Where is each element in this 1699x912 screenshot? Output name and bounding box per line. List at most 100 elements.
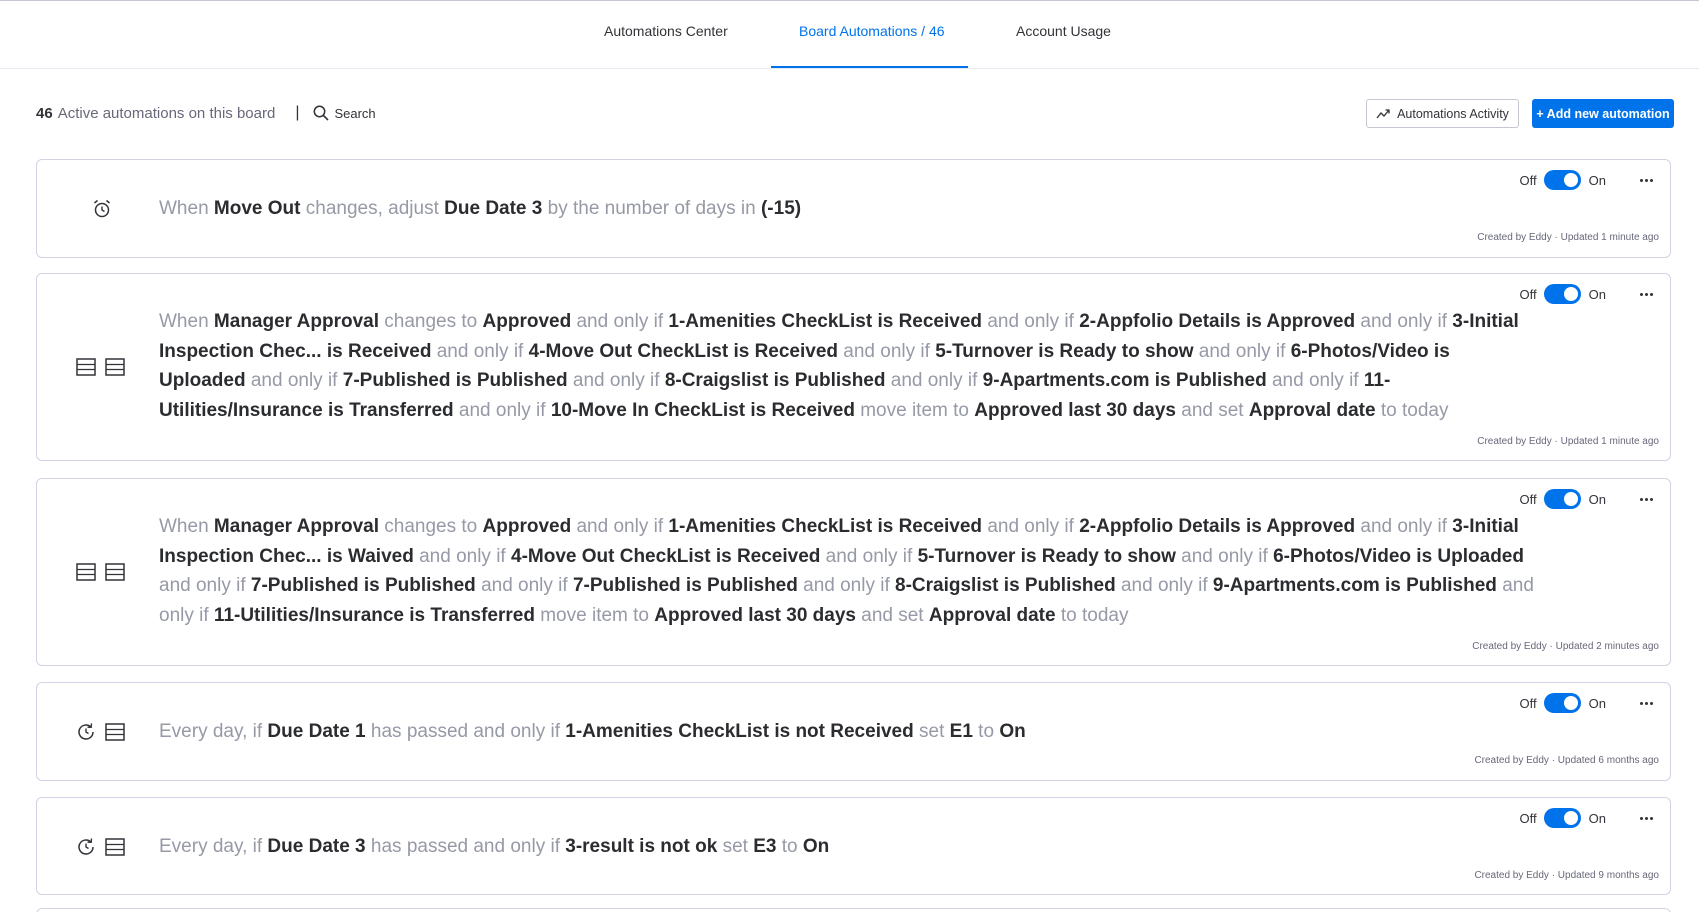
more-options-button[interactable] bbox=[1636, 172, 1656, 188]
sentence-keyword: 7-Published is Published bbox=[572, 575, 798, 596]
automation-icons bbox=[75, 836, 133, 858]
sentence-text: and only if bbox=[1360, 311, 1448, 332]
automation-toggle-group: Off On bbox=[1520, 808, 1606, 828]
sentence-keyword: (-15) bbox=[760, 198, 802, 219]
active-tab-indicator bbox=[771, 66, 968, 68]
sentence-keyword: E3 bbox=[753, 836, 777, 857]
sentence-keyword: Approved last 30 days bbox=[654, 604, 856, 626]
sentence-text: changes to bbox=[384, 516, 478, 537]
automation-card[interactable]: When Move Out changes, adjust Due Date 3… bbox=[36, 159, 1671, 258]
toolbar-separator: | bbox=[295, 104, 300, 121]
sentence-text: has passed and only if bbox=[370, 721, 560, 742]
sentence-text: and only if bbox=[250, 370, 338, 391]
more-dots-icon bbox=[1639, 497, 1653, 501]
sentence-keyword: 10-Move In CheckList is Received bbox=[550, 399, 855, 421]
sentence-keyword: 1-Amenities CheckList is Received bbox=[668, 311, 983, 332]
sentence-keyword: 8-Craigslist is Published bbox=[664, 370, 886, 391]
sentence-keyword: 7-Published is Published bbox=[250, 575, 476, 596]
sentence-text: and only if bbox=[1360, 516, 1448, 537]
sentence-text: and only if bbox=[436, 340, 524, 362]
sentence-keyword: Due Date 1 bbox=[267, 721, 366, 742]
sentence-text: and only if bbox=[481, 575, 568, 596]
sentence-keyword: 11-Utilities/Insurance is Transferred bbox=[213, 604, 535, 626]
search-button[interactable]: Search bbox=[313, 105, 376, 121]
recurring-clock-icon bbox=[75, 836, 97, 858]
active-count-label: Active automations on this board bbox=[57, 104, 276, 122]
automation-meta: Created by Eddy · Updated 1 minute ago bbox=[1477, 232, 1659, 243]
toggle-off-label: Off bbox=[1519, 810, 1537, 826]
more-dots-icon bbox=[1639, 816, 1653, 820]
sentence-keyword: 2-Appfolio Details is Approved bbox=[1079, 516, 1356, 537]
sentence-keyword: Approval date bbox=[928, 604, 1056, 626]
automation-sentence: When Manager Approval changes to Approve… bbox=[159, 512, 1539, 630]
sentence-keyword: Manager Approval bbox=[213, 516, 379, 537]
sentence-text: and only if bbox=[803, 575, 890, 596]
sentence-text: set bbox=[722, 836, 748, 857]
sentence-text: and set bbox=[861, 604, 924, 626]
sentence-text: and only if bbox=[1120, 575, 1208, 596]
automation-toggle[interactable] bbox=[1543, 693, 1581, 713]
sentence-keyword: On bbox=[999, 721, 1026, 742]
sentence-keyword: Approved bbox=[482, 311, 572, 332]
trend-chart-icon bbox=[1376, 108, 1390, 118]
automation-sentence: Every day, if Due Date 1 has passed and … bbox=[159, 717, 1539, 747]
automation-meta: Created by Eddy · Updated 9 months ago bbox=[1474, 870, 1659, 881]
sentence-keyword: 2-Appfolio Details is Approved bbox=[1079, 311, 1356, 332]
more-options-button[interactable] bbox=[1636, 810, 1656, 826]
automation-icons bbox=[75, 356, 133, 378]
sentence-text: and set bbox=[1181, 399, 1244, 421]
more-options-button[interactable] bbox=[1636, 286, 1656, 302]
automation-toggle[interactable] bbox=[1543, 808, 1581, 828]
sentence-text: and only if bbox=[458, 399, 546, 421]
sentence-text: by the number of days in bbox=[547, 198, 756, 219]
board-icon bbox=[75, 356, 97, 378]
automation-toggle[interactable] bbox=[1543, 489, 1581, 509]
automation-meta: Created by Eddy · Updated 6 months ago bbox=[1474, 755, 1659, 766]
sentence-text: and only if bbox=[987, 516, 1074, 537]
tab-automations-center[interactable]: Automations Center bbox=[604, 23, 728, 39]
automation-icons bbox=[75, 721, 133, 743]
toggle-off-label: Off bbox=[1519, 491, 1537, 507]
add-new-automation-button[interactable]: + Add new automation bbox=[1532, 99, 1674, 128]
automation-sentence: When Manager Approval changes to Approve… bbox=[159, 307, 1539, 425]
automation-card[interactable]: Every day, if Due Date 1 has passed and … bbox=[36, 682, 1671, 781]
board-icon bbox=[104, 356, 126, 378]
automation-meta: Created by Eddy · Updated 1 minute ago bbox=[1477, 436, 1659, 447]
toggle-off-label: Off bbox=[1519, 695, 1537, 711]
sentence-text: When bbox=[159, 516, 209, 537]
sentence-keyword: Manager Approval bbox=[213, 311, 379, 332]
search-icon bbox=[314, 105, 330, 121]
automation-card[interactable]: When Manager Approval changes to Approve… bbox=[36, 273, 1671, 461]
search-label: Search bbox=[334, 105, 376, 121]
automation-card-partial bbox=[36, 908, 1671, 912]
sentence-text: set bbox=[919, 721, 945, 742]
toggle-off-label: Off bbox=[1519, 286, 1537, 302]
tab-board-automations[interactable]: Board Automations / 46 bbox=[799, 23, 945, 39]
automation-toggle[interactable] bbox=[1543, 170, 1581, 190]
sentence-text: and only if bbox=[1271, 370, 1359, 391]
sentence-text: and only if bbox=[843, 340, 930, 362]
automation-toggle-group: Off On bbox=[1520, 284, 1606, 304]
sentence-text: changes, adjust bbox=[305, 198, 439, 219]
automation-card[interactable]: Every day, if Due Date 3 has passed and … bbox=[36, 797, 1671, 895]
sentence-keyword: On bbox=[802, 836, 830, 857]
sentence-text: move item to bbox=[860, 399, 969, 421]
sentence-text: to bbox=[978, 721, 995, 742]
automation-toggle[interactable] bbox=[1543, 284, 1581, 304]
automation-meta: Created by Eddy · Updated 2 minutes ago bbox=[1472, 641, 1659, 652]
tab-account-usage[interactable]: Account Usage bbox=[1016, 23, 1111, 39]
sentence-keyword: Approved last 30 days bbox=[974, 399, 1176, 421]
automation-toggle-group: Off On bbox=[1520, 693, 1606, 713]
automation-card[interactable]: When Manager Approval changes to Approve… bbox=[36, 478, 1671, 666]
sentence-text: and only if bbox=[576, 516, 664, 537]
more-dots-icon bbox=[1639, 178, 1653, 182]
more-options-button[interactable] bbox=[1636, 695, 1656, 711]
sentence-keyword: Due Date 3 bbox=[267, 836, 366, 857]
board-icon bbox=[104, 721, 126, 743]
automations-activity-button[interactable]: Automations Activity bbox=[1366, 99, 1519, 128]
board-icon bbox=[104, 836, 126, 858]
more-options-button[interactable] bbox=[1636, 491, 1656, 507]
toggle-on-label: On bbox=[1588, 286, 1606, 302]
sentence-text: and only if bbox=[159, 575, 246, 596]
automations-activity-label: Automations Activity bbox=[1397, 106, 1509, 121]
